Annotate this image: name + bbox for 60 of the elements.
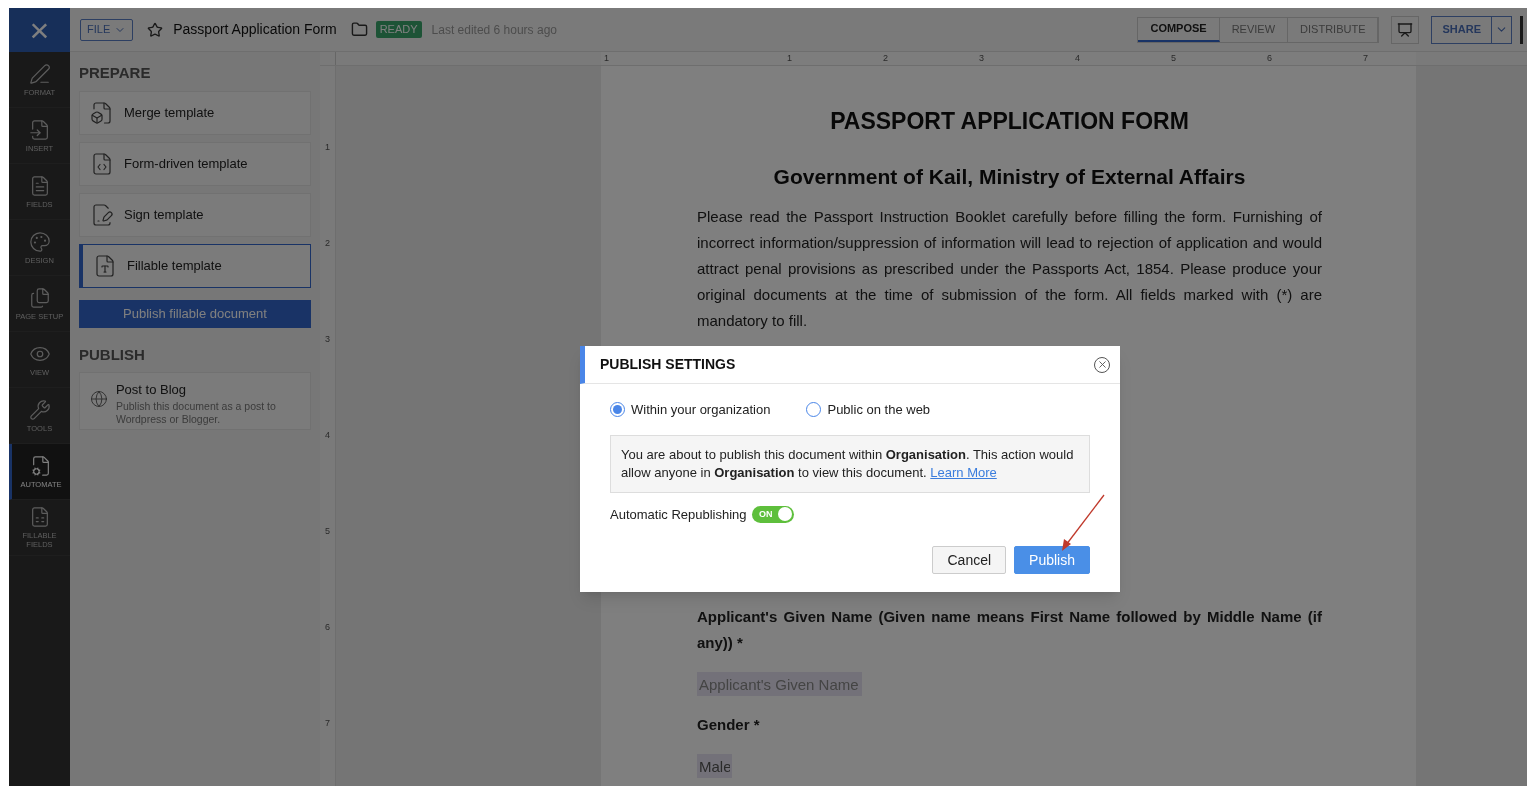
- ruler-number: 6: [325, 621, 330, 634]
- ruler-number: 7: [1363, 52, 1368, 65]
- document-code-icon: [90, 151, 114, 176]
- field-label: Gender *: [697, 715, 761, 735]
- documents-icon: [28, 286, 51, 309]
- mode-tab[interactable]: REVIEW: [1219, 17, 1289, 42]
- wrench-icon: [28, 398, 51, 421]
- ruler-number: 4: [1075, 52, 1080, 65]
- mode-tab[interactable]: COMPOSE: [1138, 17, 1220, 42]
- ruler-number: 7: [325, 717, 330, 730]
- folder-icon[interactable]: [350, 21, 368, 38]
- document-heading: PASSPORT APPLICATION FORM: [829, 107, 1190, 136]
- blog-item[interactable]: Post to Blog Publish this document as a post to Wordpress or Blogger.: [79, 372, 311, 430]
- toggle-switch[interactable]: ON: [751, 505, 794, 523]
- ruler-number: 4: [325, 429, 330, 442]
- ruler-number: 2: [325, 237, 330, 250]
- template-item[interactable]: Sign template: [79, 192, 311, 237]
- template-item[interactable]: Merge template: [79, 90, 311, 135]
- document-gear-icon: [30, 454, 52, 477]
- ruler-number: 3: [979, 52, 984, 65]
- template-item[interactable]: Form-driven template: [79, 141, 311, 186]
- text-field[interactable]: Male: [697, 754, 732, 778]
- ruler-number: 5: [325, 525, 330, 538]
- learn-more-link[interactable]: Learn More: [930, 464, 997, 480]
- ruler-number: 1: [604, 52, 609, 65]
- radio-option[interactable]: Within your organization: [610, 400, 771, 420]
- field-label: Applicant's Given Name (Given name means First Name followed by Middle Name (if any)) *: [697, 607, 1322, 653]
- document-title: Passport Application Form: [173, 20, 337, 39]
- pen-icon: [28, 62, 51, 85]
- cancel-button[interactable]: Cancel: [932, 546, 1007, 574]
- radio-option[interactable]: Public on the web: [806, 400, 931, 420]
- ruler-number: 5: [1171, 52, 1176, 65]
- palette-icon: [28, 230, 51, 253]
- ruler-number: 2: [883, 52, 888, 65]
- mode-tab[interactable]: DISTRIBUTE: [1288, 17, 1379, 42]
- document-subheading: Government of Kail, Ministry of External Affairs: [772, 163, 1247, 190]
- close-button[interactable]: ×: [9, 8, 70, 52]
- publish-fillable-button[interactable]: Publish fillable document: [79, 299, 311, 328]
- status-badge: READY: [375, 21, 422, 38]
- close-icon: [1096, 359, 1108, 370]
- ruler-number: 3: [325, 333, 330, 346]
- ruler-number: 1: [325, 141, 330, 154]
- file-menu[interactable]: FILE: [80, 18, 134, 41]
- star-icon[interactable]: [147, 21, 164, 38]
- ruler-number: 6: [1267, 52, 1272, 65]
- present-button[interactable]: [1391, 15, 1420, 44]
- notice-text: You are about to publish this document within Organisation. This action would allow anyone in Organisation to view this document. Learn More: [621, 445, 1075, 482]
- document-pen-icon: [90, 202, 114, 227]
- document-text-icon: [93, 253, 117, 278]
- toggle-label: Automatic Republishing: [610, 505, 747, 524]
- presentation-icon: [1397, 21, 1414, 38]
- document-arrow-icon: [28, 118, 51, 141]
- document-box-icon: [90, 100, 114, 125]
- section-heading: PUBLISH: [79, 344, 146, 365]
- publish-button[interactable]: Publish: [1014, 546, 1090, 574]
- intro-paragraph: Please read the Passport Instruction Booklet carefully before filling the form. Furnishing of incorrect information/suppression of information will lead to rejection of application and would attract penal provisions as prescribed under the Passports Act, 1854. Please produce your original documents at the time of submission of the form. All fields marked with (*) are mandatory to fill.: [697, 207, 1322, 331]
- template-item[interactable]: Fillable template: [79, 243, 311, 288]
- section-heading: PREPARE: [79, 63, 152, 83]
- ruler-number: 1: [787, 52, 792, 65]
- dialog-title: PUBLISH SETTINGS: [600, 355, 736, 374]
